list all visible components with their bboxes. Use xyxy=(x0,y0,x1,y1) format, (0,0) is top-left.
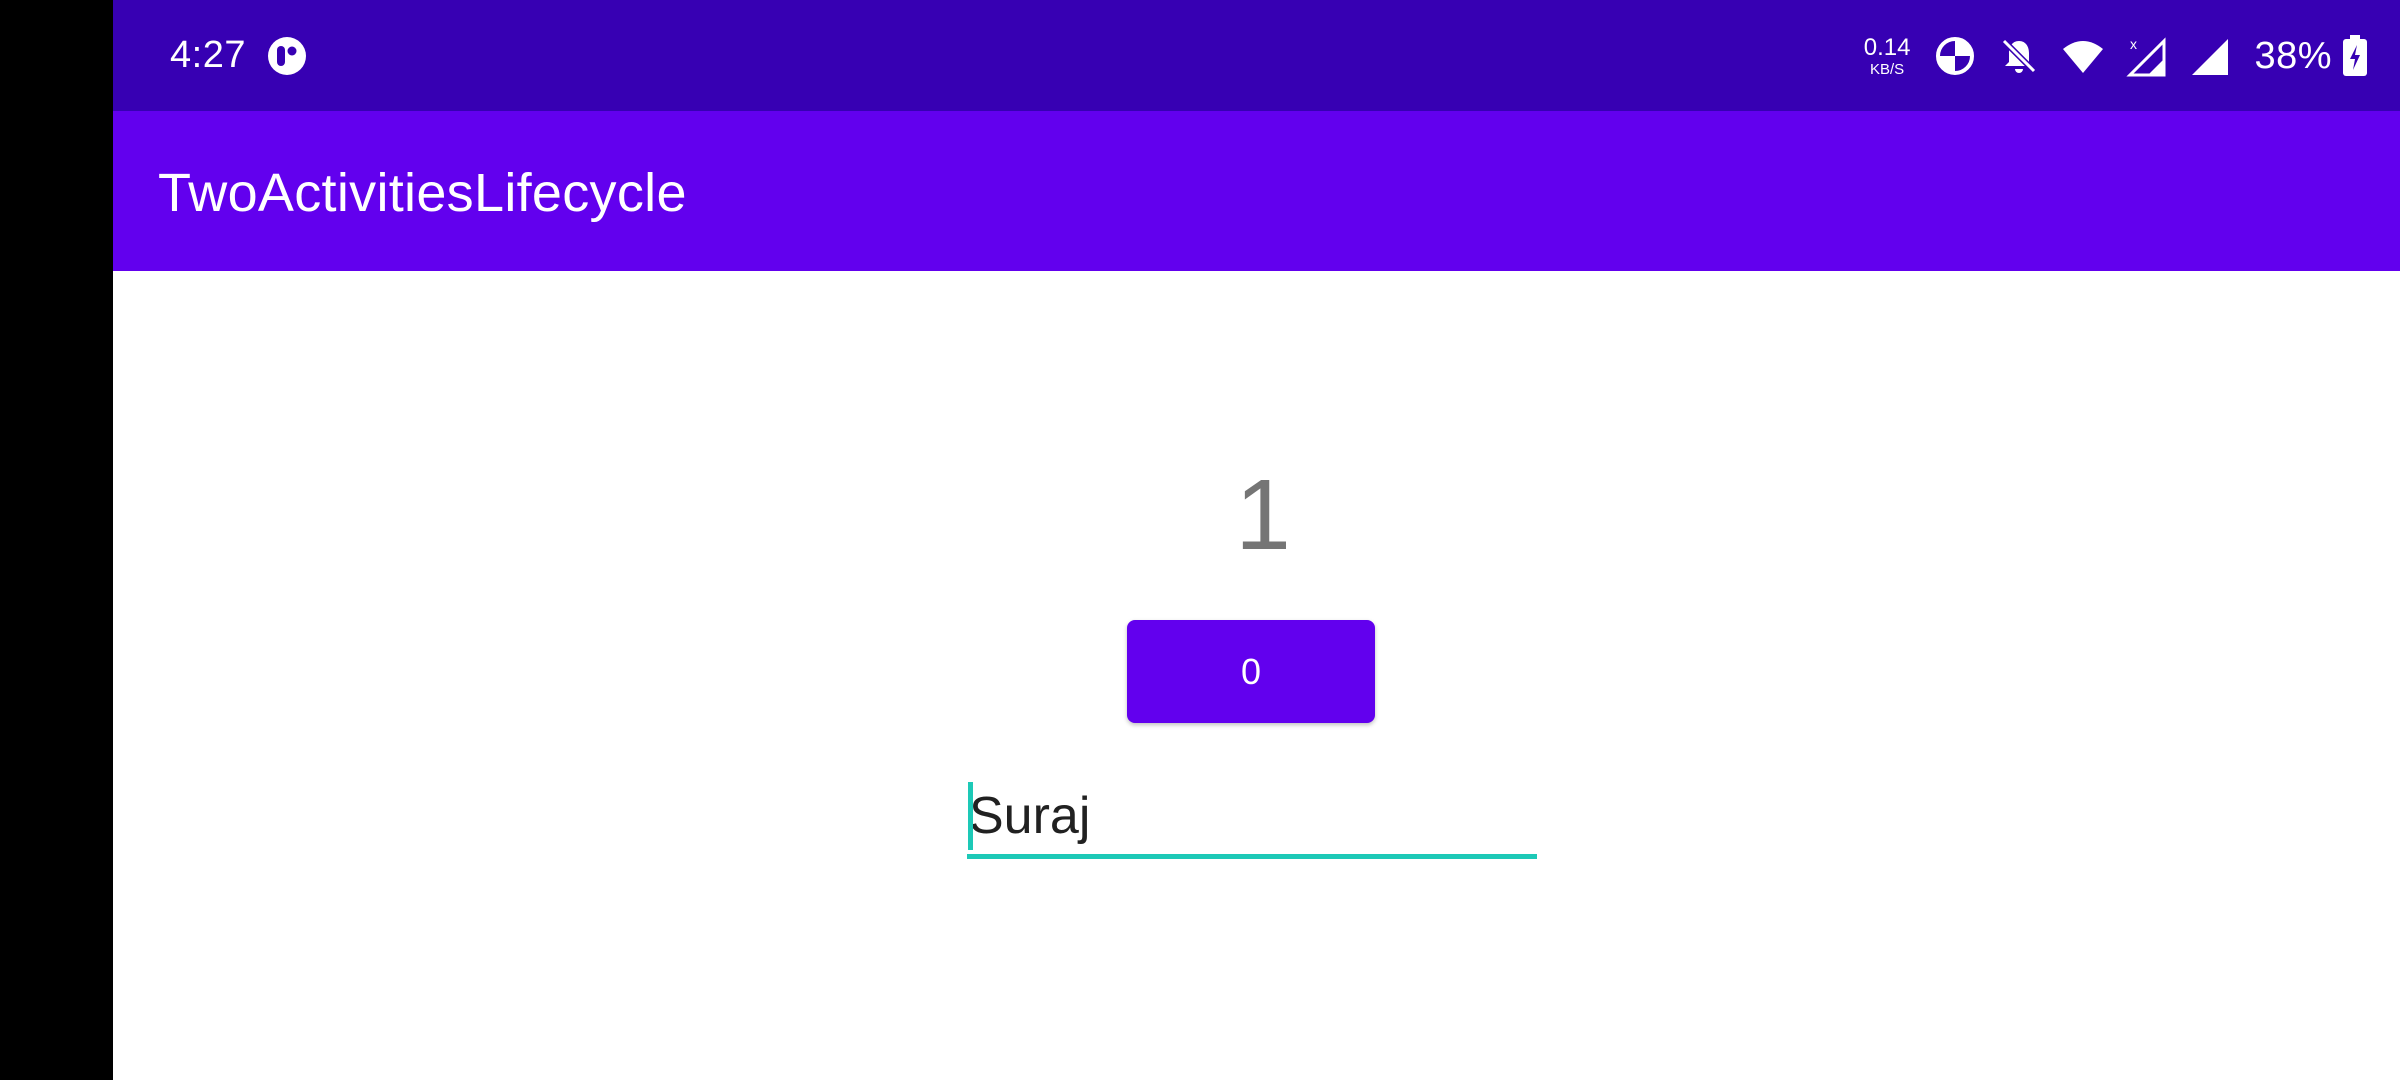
app-title: TwoActivitiesLifecycle xyxy=(158,163,687,223)
muted-bell-icon xyxy=(2002,38,2037,74)
battery-charging-icon xyxy=(2343,35,2367,76)
input-underline xyxy=(967,854,1537,859)
count-button[interactable]: 0 xyxy=(1127,620,1375,723)
svg-text:x: x xyxy=(2130,36,2137,52)
app-notification-icon xyxy=(268,37,306,75)
cell-signal-icon xyxy=(2192,39,2229,75)
wifi-icon xyxy=(2063,41,2104,73)
cell-signal-x-icon: x xyxy=(2126,36,2166,77)
text-cursor xyxy=(968,782,973,850)
data-saver-icon xyxy=(1936,37,1975,75)
device-screen: 4:27 0.14 KB/S x 38% TwoActivitiesLifecy… xyxy=(0,0,2400,1080)
name-input-value: Suraj xyxy=(969,787,1091,845)
name-input[interactable]: Suraj xyxy=(967,780,1537,860)
app-bar: TwoActivitiesLifecycle xyxy=(113,111,2400,271)
status-bar: 4:27 0.14 KB/S x 38% xyxy=(113,0,2400,111)
status-time: 4:27 xyxy=(170,34,246,76)
battery-percent: 38% xyxy=(2254,34,2332,77)
network-speed-value: 0.14 xyxy=(1863,33,1911,61)
count-text: 1 xyxy=(1235,459,1291,571)
network-speed-unit: KB/S xyxy=(1869,60,1905,78)
network-speed: 0.14 KB/S xyxy=(1863,33,1911,78)
status-icons: 0.14 KB/S x 38% xyxy=(1864,28,2368,84)
app-window: 4:27 0.14 KB/S x 38% TwoActivitiesLifecy… xyxy=(113,0,2400,1080)
